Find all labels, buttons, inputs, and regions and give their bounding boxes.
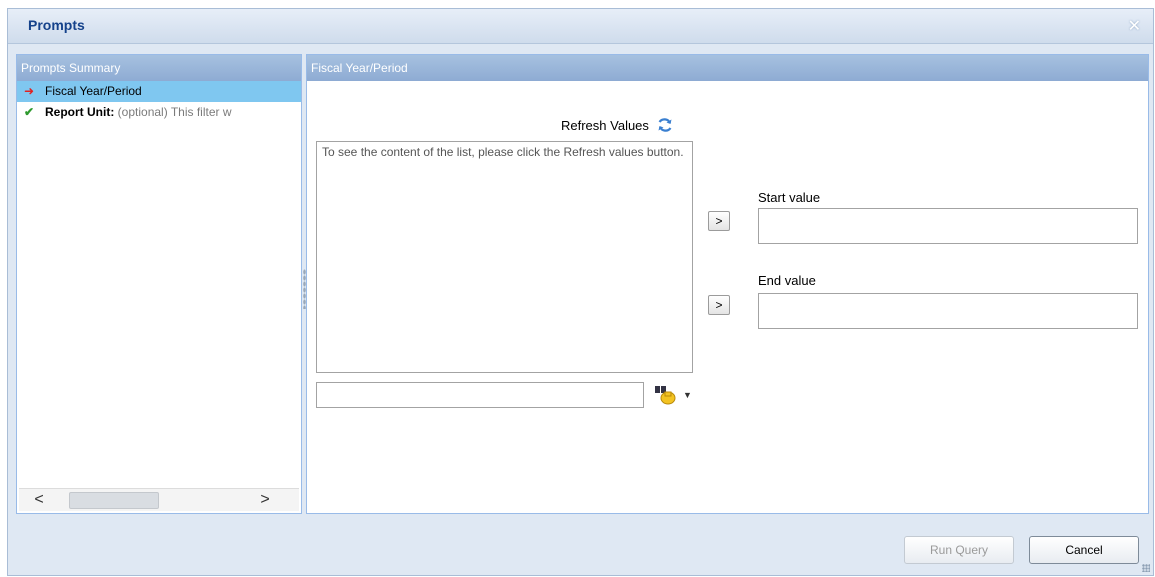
search-input[interactable] [316,382,644,408]
refresh-values-label: Refresh Values [561,117,649,133]
red-arrow-icon: ➜ [24,84,35,98]
refresh-values-button[interactable]: Refresh Values [561,117,674,136]
add-start-value-button[interactable]: > [708,211,730,231]
cancel-button[interactable]: Cancel [1029,536,1139,564]
end-value-field[interactable] [758,293,1138,329]
summary-item-optional-text: (optional) This filter w [117,105,232,119]
prompts-summary-header: Prompts Summary [17,55,301,81]
prompts-summary-panel: Prompts Summary ➜ Fiscal Year/Period ✔ R… [16,54,302,514]
close-icon[interactable]: ✕ [1128,16,1141,36]
start-value-field[interactable] [758,208,1138,244]
list-empty-message: To see the content of the list, please c… [322,145,684,159]
detail-header: Fiscal Year/Period [307,55,1148,81]
summary-item-label: Fiscal Year/Period [45,84,142,98]
dialog-titlebar[interactable]: Prompts ✕ [8,9,1153,44]
summary-item-fiscal-year-period[interactable]: ➜ Fiscal Year/Period [17,81,301,102]
start-value-label: Start value [758,190,821,205]
add-end-value-button[interactable]: > [708,295,730,315]
end-value-label: End value [758,273,816,288]
scroll-right-arrow[interactable]: > [255,491,275,509]
scroll-left-arrow[interactable]: < [29,491,49,509]
green-check-icon: ✔ [24,105,35,119]
refresh-icon [656,117,674,136]
search-options-button[interactable]: ▼ [653,384,692,409]
resize-grip[interactable] [1142,564,1150,572]
scroll-thumb[interactable] [69,492,159,509]
summary-item-label: Report Unit: [45,105,115,119]
dialog-title: Prompts [28,17,85,33]
horizontal-scrollbar[interactable]: < > [19,488,299,511]
chevron-down-icon: ▼ [683,390,692,400]
fiscal-year-period-panel: Fiscal Year/Period Refresh Values To see… [306,54,1149,514]
values-listbox[interactable]: To see the content of the list, please c… [316,141,693,373]
prompts-summary-list: ➜ Fiscal Year/Period ✔ Report Unit: (opt… [17,81,301,123]
run-query-button[interactable]: Run Query [904,536,1014,564]
prompts-dialog: Prompts ✕ Prompts Summary ➜ Fiscal Year/… [7,8,1154,576]
search-icon [655,386,676,405]
summary-item-report-unit[interactable]: ✔ Report Unit: (optional) This filter w [17,102,301,123]
